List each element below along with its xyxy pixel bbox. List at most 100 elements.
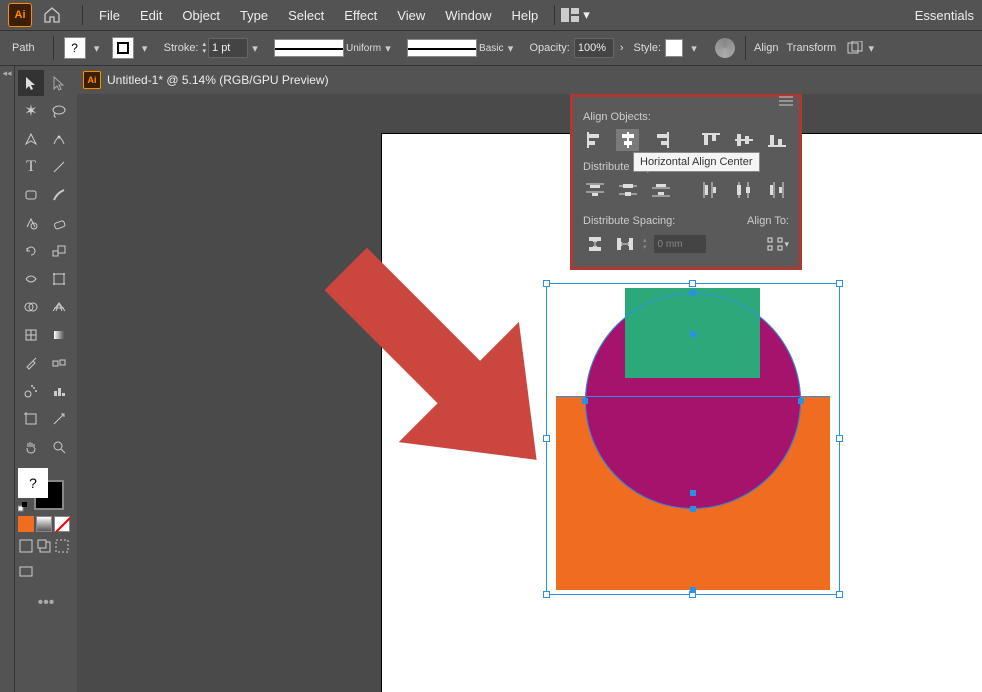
opacity-input[interactable] xyxy=(574,38,614,58)
style-swatch[interactable] xyxy=(665,39,683,57)
distribute-spacing-label: Distribute Spacing: xyxy=(583,215,707,227)
stroke-stepper-icon[interactable]: ▴▾ xyxy=(203,41,207,55)
arrange-documents-icon[interactable]: ▾ xyxy=(561,7,590,23)
artboard-tool[interactable] xyxy=(18,406,44,432)
spacing-value-field[interactable]: 0 mm xyxy=(653,234,707,254)
panel-options-icon[interactable] xyxy=(779,95,795,109)
vertical-distribute-center-button[interactable] xyxy=(616,179,639,201)
rectangle-tool[interactable] xyxy=(18,182,44,208)
profile-dropdown-icon[interactable]: ▾ xyxy=(381,41,395,55)
opacity-label: Opacity: xyxy=(529,42,569,54)
menu-edit[interactable]: Edit xyxy=(130,8,172,23)
fill-stroke-swatch[interactable]: ? xyxy=(18,468,68,512)
magic-wand-tool[interactable]: ✶ xyxy=(18,98,44,124)
selection-tool[interactable] xyxy=(18,70,44,96)
align-link[interactable]: Align xyxy=(754,42,778,54)
document-tab-title[interactable]: Untitled-1* @ 5.14% (RGB/GPU Preview) xyxy=(107,73,329,87)
fill-dropdown-icon[interactable]: ▾ xyxy=(90,41,104,55)
vertical-distribute-top-button[interactable] xyxy=(583,179,606,201)
stroke-dropdown-icon[interactable]: ▾ xyxy=(138,41,152,55)
symbol-sprayer-tool[interactable] xyxy=(18,378,44,404)
vertical-align-bottom-button[interactable] xyxy=(766,129,789,151)
draw-behind-icon[interactable] xyxy=(36,538,52,554)
curvature-tool[interactable] xyxy=(46,126,72,152)
zoom-tool[interactable] xyxy=(46,434,72,460)
hand-tool[interactable] xyxy=(18,434,44,460)
vertical-distribute-space-button[interactable] xyxy=(583,233,607,255)
menu-effect[interactable]: Effect xyxy=(334,8,387,23)
pen-tool[interactable] xyxy=(18,126,44,152)
canvas-area[interactable]: Align Objects: Horizontal Align Center D… xyxy=(77,94,982,692)
horizontal-align-center-button[interactable] xyxy=(616,129,639,151)
horizontal-distribute-space-button[interactable] xyxy=(613,233,637,255)
more-dropdown-icon[interactable]: ▾ xyxy=(864,41,878,55)
menu-type[interactable]: Type xyxy=(230,8,278,23)
draw-normal-icon[interactable] xyxy=(18,538,34,554)
type-tool[interactable]: T xyxy=(18,154,44,180)
variable-width-profile[interactable] xyxy=(274,39,344,57)
rotate-tool[interactable] xyxy=(18,238,44,264)
horizontal-align-left-button[interactable] xyxy=(583,129,606,151)
transform-link[interactable]: Transform xyxy=(787,42,837,54)
workspace-switcher[interactable]: Essentials xyxy=(915,8,974,23)
horizontal-align-right-button[interactable] xyxy=(649,129,672,151)
brush-tool[interactable] xyxy=(46,182,72,208)
fill-swatch[interactable]: ? xyxy=(64,37,86,59)
gradient-mode-swatch[interactable] xyxy=(36,516,52,532)
line-tool[interactable] xyxy=(46,154,72,180)
shape-builder-tool[interactable] xyxy=(18,294,44,320)
stroke-swatch[interactable] xyxy=(112,37,134,59)
perspective-tool[interactable] xyxy=(46,294,72,320)
menu-view[interactable]: View xyxy=(387,8,435,23)
style-dropdown-icon[interactable]: ▾ xyxy=(687,41,701,55)
eyedropper-tool[interactable] xyxy=(18,350,44,376)
stroke-weight-input[interactable] xyxy=(208,38,248,58)
isolate-icon[interactable] xyxy=(846,41,864,55)
stroke-label: Stroke: xyxy=(164,42,199,54)
lasso-tool[interactable] xyxy=(46,98,72,124)
vertical-align-top-button[interactable] xyxy=(700,129,723,151)
stroke-weight-dropdown-icon[interactable]: ▾ xyxy=(248,41,262,55)
screen-mode-icon[interactable] xyxy=(18,564,34,580)
vertical-distribute-bottom-button[interactable] xyxy=(649,179,672,201)
column-graph-tool[interactable] xyxy=(46,378,72,404)
none-mode-swatch[interactable] xyxy=(54,516,70,532)
eraser-tool[interactable] xyxy=(46,210,72,236)
draw-inside-icon[interactable] xyxy=(54,538,70,554)
default-fill-stroke-icon[interactable] xyxy=(18,502,28,512)
opacity-flyout-icon[interactable]: › xyxy=(620,42,624,54)
free-transform-tool[interactable] xyxy=(46,266,72,292)
spacing-stepper-icon[interactable]: ▴▾ xyxy=(643,237,647,251)
menu-file[interactable]: File xyxy=(89,8,130,23)
tools-panel: ✶ T ? ••• xyxy=(15,66,77,692)
align-objects-label: Align Objects: xyxy=(583,111,789,123)
mesh-tool[interactable] xyxy=(18,322,44,348)
slice-tool[interactable] xyxy=(46,406,72,432)
align-to-button[interactable]: ▾ xyxy=(765,233,789,255)
brush-definition[interactable] xyxy=(407,39,477,57)
horizontal-distribute-left-button[interactable] xyxy=(700,179,723,201)
menu-select[interactable]: Select xyxy=(278,8,334,23)
home-icon[interactable] xyxy=(40,3,64,27)
horizontal-distribute-center-button[interactable] xyxy=(733,179,756,201)
brush-dropdown-icon[interactable]: ▾ xyxy=(503,41,517,55)
chevron-down-icon: ▾ xyxy=(583,7,590,23)
left-collapse-strip[interactable]: ◂◂ xyxy=(0,66,15,692)
gradient-tool[interactable] xyxy=(46,322,72,348)
menu-help[interactable]: Help xyxy=(501,8,548,23)
vertical-align-center-button[interactable] xyxy=(733,129,756,151)
color-mode-swatch[interactable] xyxy=(18,516,34,532)
edit-toolbar-icon[interactable]: ••• xyxy=(18,594,74,612)
blend-tool[interactable] xyxy=(46,350,72,376)
align-tooltip: Horizontal Align Center xyxy=(633,152,760,172)
profile-label: Uniform xyxy=(346,43,381,54)
menu-window[interactable]: Window xyxy=(435,8,501,23)
shaper-tool[interactable] xyxy=(18,210,44,236)
app-logo: Ai xyxy=(8,3,32,27)
menu-object[interactable]: Object xyxy=(172,8,230,23)
horizontal-distribute-right-button[interactable] xyxy=(766,179,789,201)
recolor-icon[interactable] xyxy=(715,38,735,58)
width-tool[interactable] xyxy=(18,266,44,292)
scale-tool[interactable] xyxy=(46,238,72,264)
direct-selection-tool[interactable] xyxy=(46,70,72,96)
